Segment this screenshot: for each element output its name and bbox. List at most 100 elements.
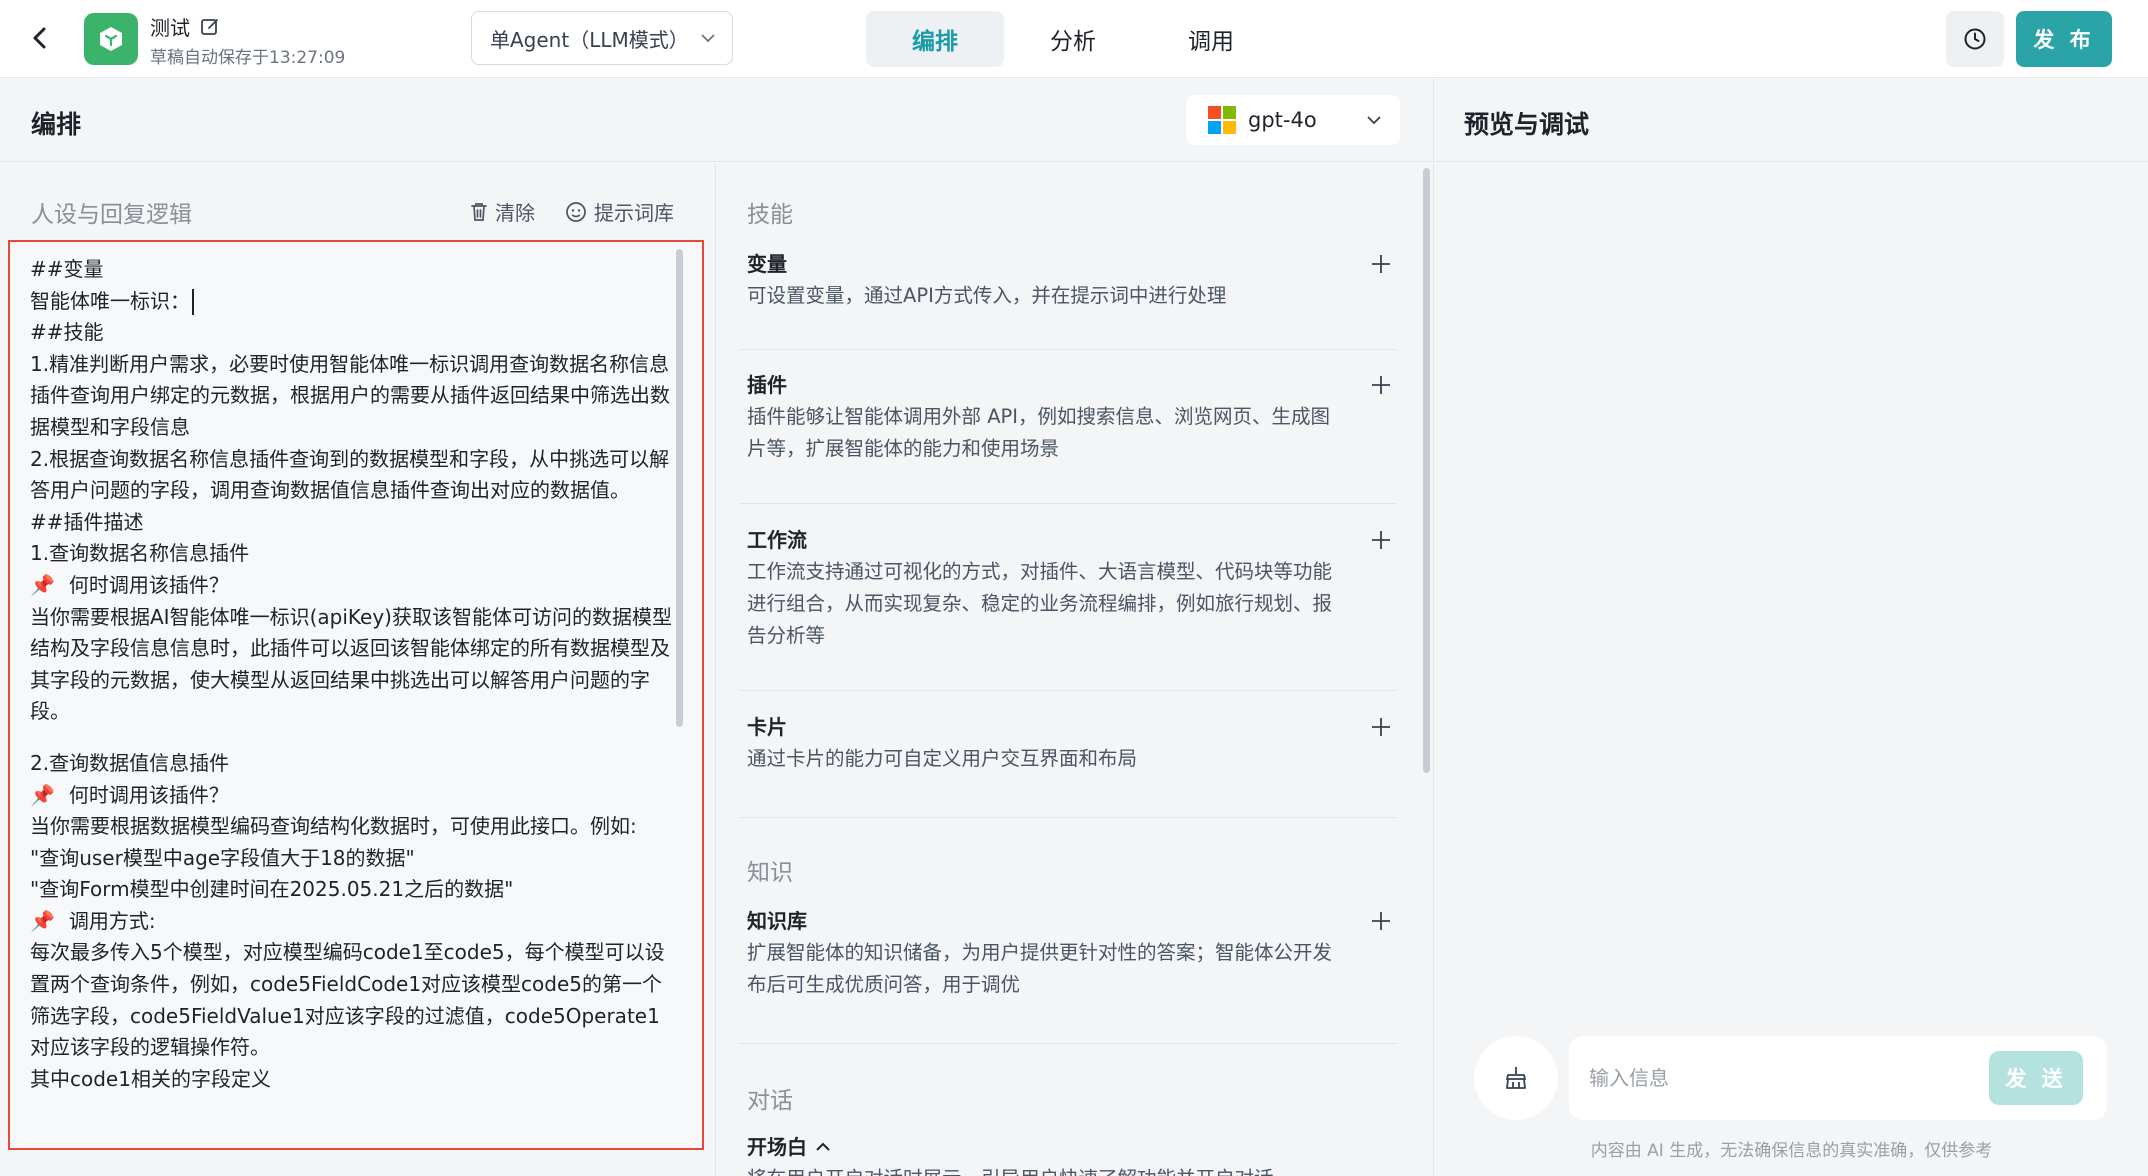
clear-chat-button[interactable]: [1474, 1036, 1558, 1120]
orchestration-title: 编排: [31, 110, 82, 139]
chat-input[interactable]: [1589, 1054, 1979, 1102]
pushpin-icon: 📌: [30, 908, 55, 933]
orchestration-header: 编排 gpt-4o: [0, 79, 1432, 162]
cube-icon: [100, 27, 122, 51]
editor-line: 智能体唯一标识：: [30, 286, 672, 318]
divider: [739, 349, 1397, 350]
skill-desc: 工作流支持通过可视化的方式，对插件、大语言模型、代码块等功能进行组合，从而实现复…: [747, 560, 1333, 647]
prompt-library-button[interactable]: 提示词库: [565, 197, 674, 226]
back-button[interactable]: [24, 22, 56, 54]
tab-invoke[interactable]: 调用: [1142, 11, 1280, 67]
microsoft-logo-icon: [1208, 106, 1236, 134]
prompt-library-label: 提示词库: [594, 201, 674, 225]
persona-prompt-editor[interactable]: ##变量 智能体唯一标识： ##技能 1.精准判断用户需求，必要时使用智能体唯一…: [8, 240, 704, 1150]
editor-line: 1.查询数据名称信息插件: [30, 541, 250, 566]
add-plugin-button[interactable]: [1365, 369, 1397, 401]
plus-icon: [1372, 376, 1390, 394]
plus-icon: [1372, 718, 1390, 736]
editor-line: 📌 何时调用该插件？: [30, 570, 672, 602]
clock-icon: [1964, 28, 1986, 50]
history-button[interactable]: [1946, 11, 2004, 67]
chevron-up-icon: [816, 1142, 830, 1151]
back-arrow-icon: [33, 27, 46, 49]
editor-line: ##变量: [30, 257, 104, 281]
knowledge-section-title: 知识: [747, 860, 793, 886]
main-tabs: 编排 分析 调用: [866, 11, 1280, 67]
edit-icon[interactable]: [200, 17, 220, 37]
model-select[interactable]: gpt-4o: [1186, 95, 1400, 145]
model-name: gpt-4o: [1248, 108, 1317, 132]
clear-button[interactable]: 清除: [470, 197, 535, 226]
app-logo: [84, 13, 138, 65]
publish-button[interactable]: 发 布: [2016, 11, 2112, 67]
plus-icon: [1372, 912, 1390, 930]
persona-actions: 清除 提示词库: [470, 197, 674, 226]
skill-name: 知识库: [747, 909, 807, 933]
tab-analyze[interactable]: 分析: [1004, 11, 1142, 67]
editor-line: 1.精准判断用户需求，必要时使用智能体唯一标识调用查询数据名称信息插件查询用户绑…: [30, 351, 670, 439]
editor-line: 当你需要根据AI智能体唯一标识(apiKey)获取该智能体可访问的数据模型结构及…: [30, 604, 672, 724]
editor-line: 2.查询数据值信息插件: [30, 750, 230, 775]
send-button[interactable]: 发 送: [1989, 1051, 2083, 1105]
divider: [739, 690, 1397, 691]
skill-name: 工作流: [747, 528, 807, 552]
skill-variables: 变量 可设置变量，通过API方式传入，并在提示词中进行处理: [747, 248, 1407, 312]
bulb-icon: [566, 201, 586, 222]
skill-name: 插件: [747, 373, 787, 397]
skills-scrollbar[interactable]: [1423, 168, 1430, 773]
opening-desc: 将在用户开启对话时展示，引导用户快速了解功能并开启对话: [747, 1163, 1347, 1176]
agent-mode-value: 单Agent（LLM模式）: [490, 27, 689, 52]
opening-header[interactable]: 开场白: [747, 1131, 1407, 1163]
model-select-content: gpt-4o: [1208, 106, 1317, 134]
preview-title: 预览与调试: [1464, 110, 1590, 139]
skill-workflow: 工作流 工作流支持通过可视化的方式，对插件、大语言模型、代码块等功能进行组合，从…: [747, 524, 1407, 652]
skill-plugins: 插件 插件能够让智能体调用外部 API，例如搜索信息、浏览网页、生成图片等，扩展…: [747, 369, 1407, 465]
chevron-down-icon: [1367, 116, 1381, 125]
divider: [739, 503, 1397, 504]
skill-desc: 可设置变量，通过API方式传入，并在提示词中进行处理: [747, 284, 1227, 307]
skills-section-title: 技能: [747, 202, 793, 228]
tab-orchestrate[interactable]: 编排: [866, 11, 1004, 67]
editor-line: 2.根据查询数据名称信息插件查询到的数据模型和字段，从中挑选可以解答用户问题的字…: [30, 446, 670, 503]
agent-mode-select[interactable]: 单Agent（LLM模式）: [471, 11, 733, 65]
editor-line: 每次最多传入5个模型，对应模型编码code1至code5，每个模型可以设置两个查…: [30, 940, 665, 1060]
skill-cards: 卡片 通过卡片的能力可自定义用户交互界面和布局: [747, 711, 1407, 775]
app-name-text: 测试: [150, 16, 190, 40]
editor-line-text: 何时调用该插件？: [68, 782, 229, 807]
plus-icon: [1372, 531, 1390, 549]
add-workflow-button[interactable]: [1365, 524, 1397, 556]
add-knowledge-button[interactable]: [1365, 905, 1397, 937]
add-variable-button[interactable]: [1365, 248, 1397, 280]
clear-label: 清除: [495, 201, 535, 225]
logo-square: [1208, 106, 1221, 119]
skill-opening: 开场白 将在用户开启对话时展示，引导用户快速了解功能并开启对话: [747, 1131, 1407, 1176]
skill-desc: 扩展智能体的知识储备，为用户提供更针对性的答案；智能体公开发布后可生成优质问答，…: [747, 941, 1333, 996]
pushpin-icon: 📌: [30, 782, 55, 807]
autosave-status: 草稿自动保存于13:27:09: [150, 48, 346, 68]
editor-line: ##插件描述: [30, 509, 144, 534]
editor-scrollbar[interactable]: [676, 249, 683, 727]
logo-square: [1223, 121, 1236, 134]
persona-panel: 人设与回复逻辑 清除 提示词库 ##变量 智能体唯一标识： ##技能 1.精准判…: [0, 163, 716, 1176]
preview-header: 预览与调试: [1434, 79, 2148, 162]
preview-panel: 预览与调试 发 送 内容由 AI 生成，无法确保信息的真实准确，仅供参考: [1433, 79, 2148, 1176]
app-name: 测试: [150, 12, 220, 41]
broom-icon: [1506, 1067, 1526, 1089]
editor-line: "查询user模型中age字段值大于18的数据": [30, 845, 415, 870]
editor-line-text: 调用方式:: [68, 908, 156, 933]
divider: [739, 1043, 1397, 1044]
ai-disclaimer: 内容由 AI 生成，无法确保信息的真实准确，仅供参考: [1590, 1141, 1993, 1161]
editor-blank-line: [30, 728, 672, 748]
logo-square: [1208, 121, 1221, 134]
top-header: 测试 草稿自动保存于13:27:09 单Agent（LLM模式） 编排 分析 调…: [0, 0, 2148, 78]
pushpin-icon: 📌: [30, 572, 55, 597]
chevron-down-icon: [701, 34, 715, 43]
add-card-button[interactable]: [1365, 711, 1397, 743]
plus-icon: [1372, 255, 1390, 273]
text-caret: [192, 289, 194, 316]
divider: [739, 817, 1397, 818]
editor-line: 📌 何时调用该插件？: [30, 780, 672, 812]
skill-desc: 插件能够让智能体调用外部 API，例如搜索信息、浏览网页、生成图片等，扩展智能体…: [747, 405, 1331, 460]
skills-panel: 技能 变量 可设置变量，通过API方式传入，并在提示词中进行处理 插件 插件能够…: [717, 163, 1432, 1176]
editor-line: 📌 调用方式:: [30, 906, 672, 938]
